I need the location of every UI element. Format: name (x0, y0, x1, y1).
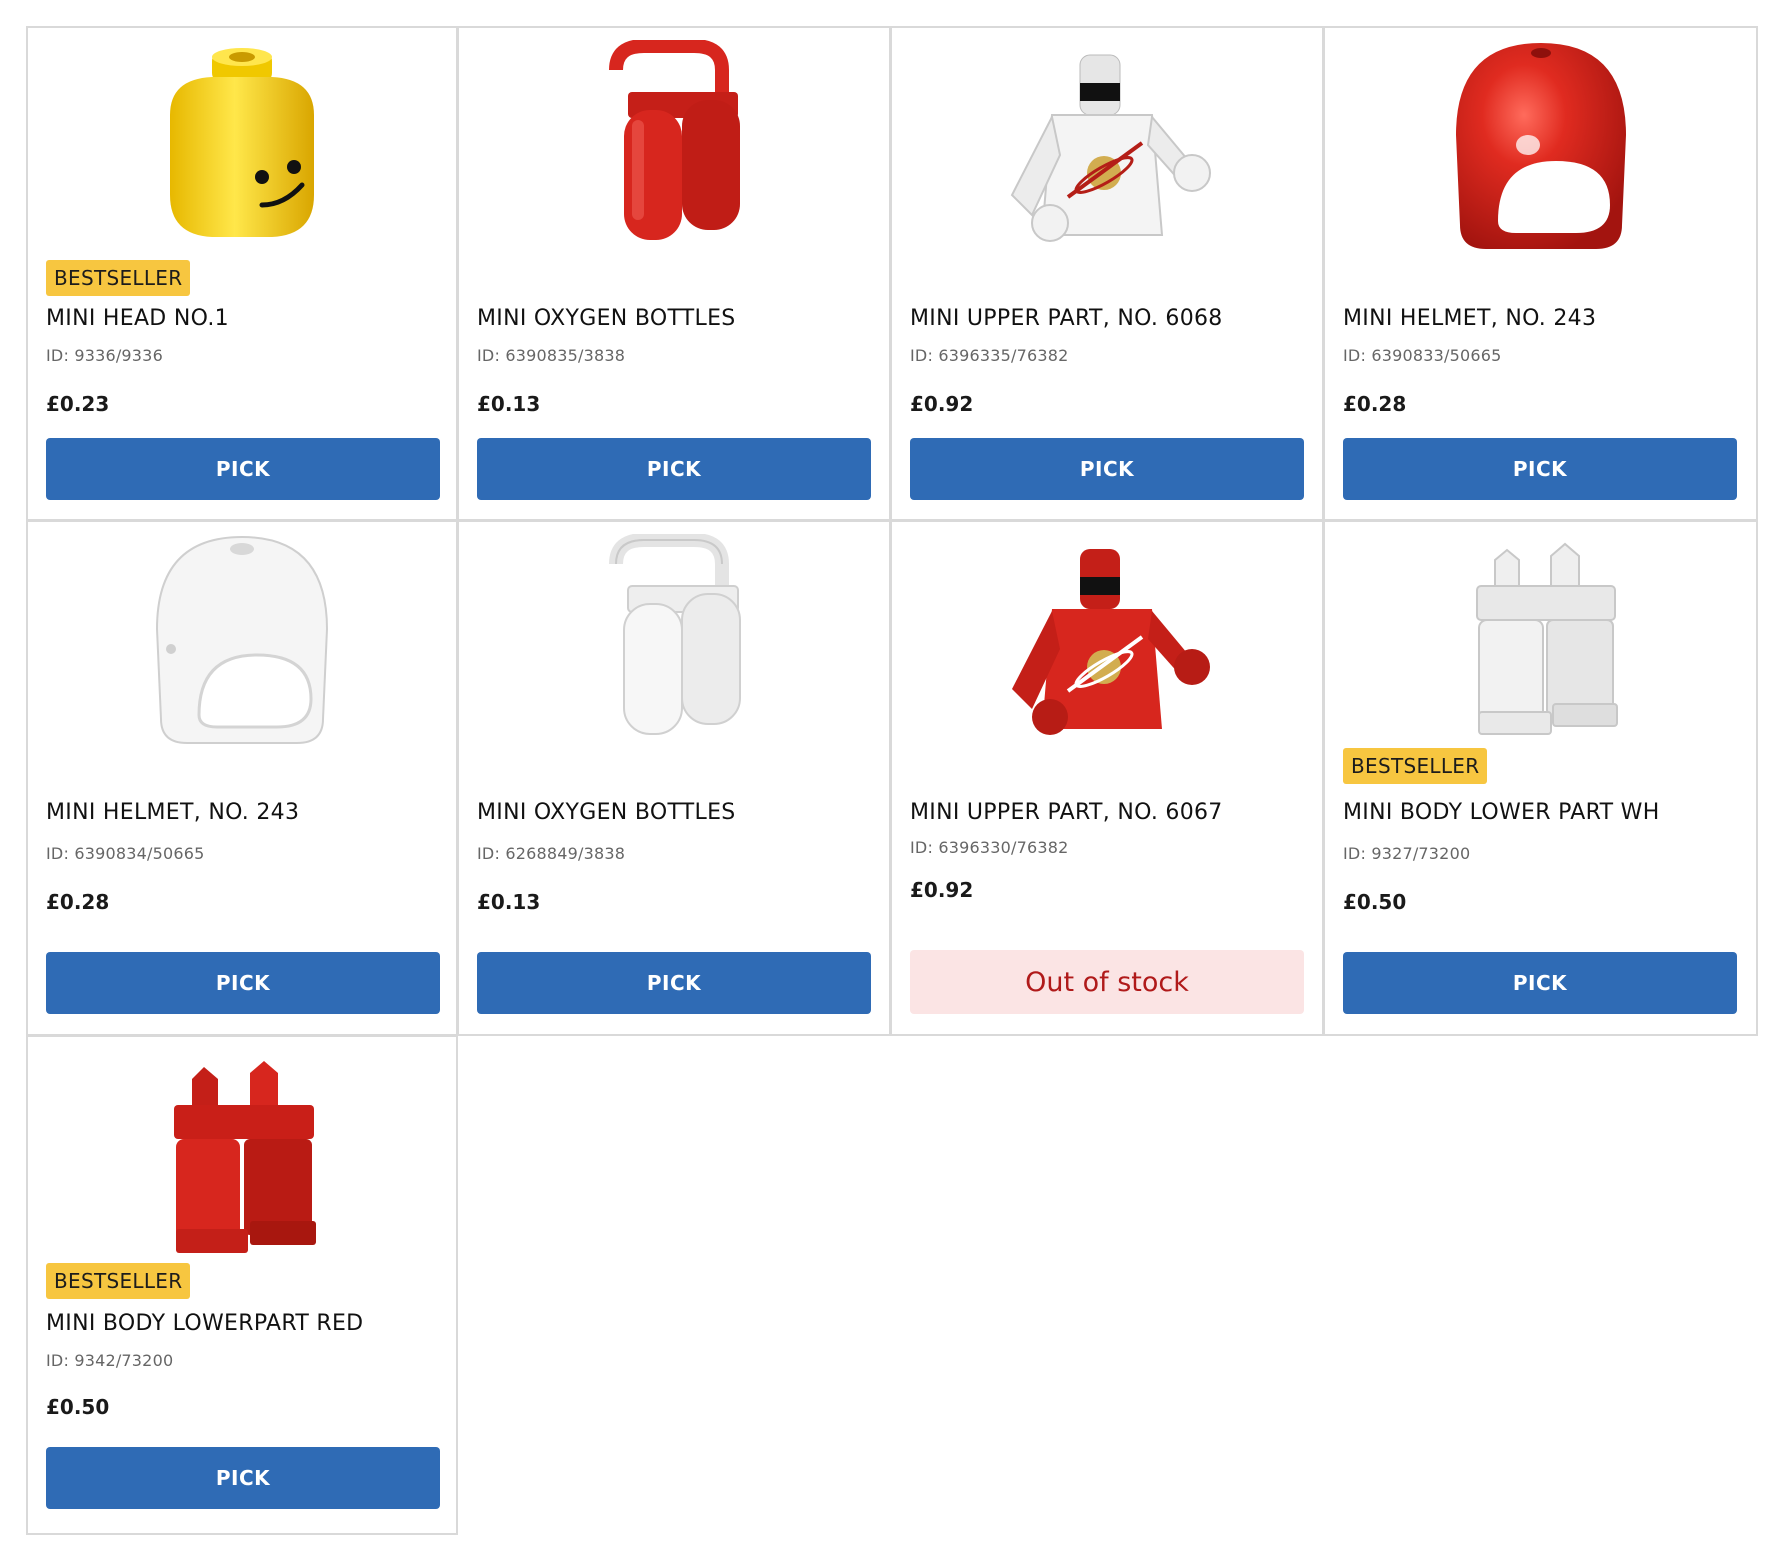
product-id: ID: 9327/73200 (1343, 844, 1471, 863)
product-name: MINI UPPER PART, NO. 6068 (910, 306, 1223, 331)
product-card: BESTSELLER MINI BODY LOWER PART WH ID: 9… (1323, 520, 1758, 1036)
product-id: ID: 6390833/50665 (1343, 346, 1502, 365)
yellow-minifig-head-icon (170, 48, 314, 237)
product-image (1325, 534, 1756, 744)
bestseller-badge: BESTSELLER (1343, 748, 1488, 784)
bestseller-badge: BESTSELLER (46, 1263, 191, 1299)
out-of-stock-label: Out of stock (910, 950, 1304, 1014)
red-space-torso-icon (1012, 549, 1210, 735)
product-image (28, 1049, 456, 1259)
product-id: ID: 9336/9336 (46, 346, 163, 365)
pick-button[interactable]: PICK (1343, 438, 1737, 500)
product-id: ID: 6268849/3838 (477, 844, 626, 863)
product-price: £0.23 (46, 392, 110, 416)
bestseller-badge: BESTSELLER (46, 260, 191, 296)
product-image (1325, 40, 1756, 250)
pick-button[interactable]: PICK (477, 952, 871, 1014)
product-card: MINI OXYGEN BOTTLES ID: 6268849/3838 £0.… (457, 520, 891, 1036)
product-name: MINI BODY LOWERPART RED (46, 1311, 364, 1336)
white-space-torso-icon (1010, 54, 1211, 242)
product-image (459, 534, 889, 744)
product-price: £0.13 (477, 890, 541, 914)
product-id: ID: 6390834/50665 (46, 844, 205, 863)
product-price: £0.13 (477, 392, 541, 416)
product-card: MINI UPPER PART, NO. 6068 ID: 6396335/76… (890, 26, 1324, 521)
pick-button[interactable]: PICK (910, 438, 1304, 500)
product-card: BESTSELLER MINI HEAD NO.1 ID: 9336/9336 … (26, 26, 458, 521)
product-name: MINI HELMET, NO. 243 (1343, 306, 1597, 331)
pick-button[interactable]: PICK (46, 438, 440, 500)
product-name: MINI UPPER PART, NO. 6067 (910, 800, 1223, 825)
pick-button[interactable]: PICK (46, 952, 440, 1014)
product-image (459, 40, 889, 250)
product-card: MINI HELMET, NO. 243 ID: 6390834/50665 £… (26, 520, 458, 1036)
product-id: ID: 6396330/76382 (910, 838, 1069, 857)
red-space-helmet-icon (1455, 43, 1626, 249)
pick-button[interactable]: PICK (46, 1447, 440, 1509)
product-price: £0.92 (910, 878, 974, 902)
product-image (892, 534, 1322, 744)
product-price: £0.50 (1343, 890, 1407, 914)
red-minifig-legs-icon (174, 1061, 316, 1253)
product-id: ID: 6396335/76382 (910, 346, 1069, 365)
product-price: £0.28 (46, 890, 110, 914)
product-image (28, 40, 456, 250)
red-oxygen-bottles-icon (609, 40, 740, 240)
product-id: ID: 6390835/3838 (477, 346, 626, 365)
white-oxygen-bottles-icon (609, 534, 741, 735)
pick-button[interactable]: PICK (1343, 952, 1737, 1014)
product-name: MINI OXYGEN BOTTLES (477, 306, 736, 331)
product-image (892, 40, 1322, 250)
product-card: MINI UPPER PART, NO. 6067 ID: 6396330/76… (890, 520, 1324, 1036)
product-card: MINI OXYGEN BOTTLES ID: 6390835/3838 £0.… (457, 26, 891, 521)
white-space-helmet-icon (155, 535, 329, 744)
product-price: £0.92 (910, 392, 974, 416)
product-card: MINI HELMET, NO. 243 ID: 6390833/50665 £… (1323, 26, 1758, 521)
product-price: £0.28 (1343, 392, 1407, 416)
pick-button[interactable]: PICK (477, 438, 871, 500)
product-name: MINI HEAD NO.1 (46, 306, 229, 331)
product-name: MINI BODY LOWER PART WH (1343, 800, 1660, 825)
product-price: £0.50 (46, 1395, 110, 1419)
product-image (28, 534, 456, 744)
white-minifig-legs-icon (1475, 542, 1618, 735)
product-id: ID: 9342/73200 (46, 1351, 174, 1370)
product-name: MINI OXYGEN BOTTLES (477, 800, 736, 825)
product-name: MINI HELMET, NO. 243 (46, 800, 300, 825)
product-card: BESTSELLER MINI BODY LOWERPART RED ID: 9… (26, 1035, 458, 1535)
